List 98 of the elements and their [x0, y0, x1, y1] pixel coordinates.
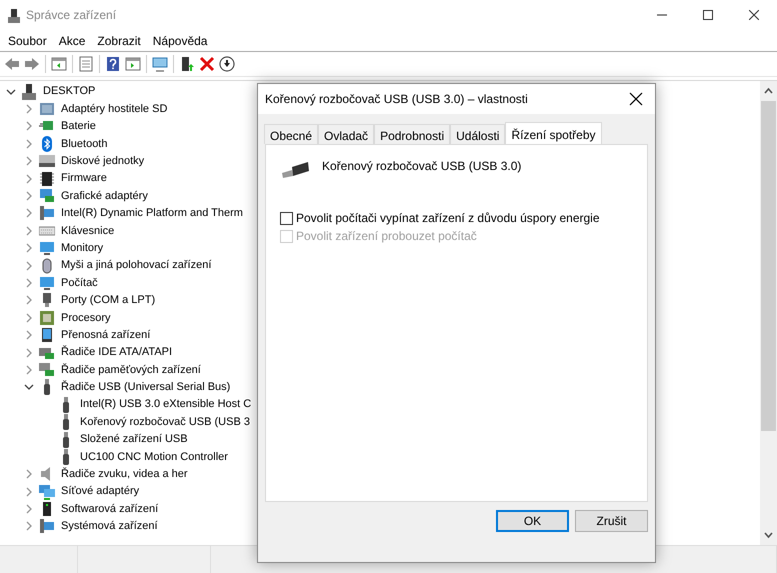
network-icon [39, 484, 55, 500]
tree-item[interactable]: Řadiče IDE ATA/ATAPI [55, 344, 172, 361]
tablet-icon [39, 327, 55, 344]
device-name: Kořenový rozbočovač USB (USB 3.0) [322, 158, 522, 175]
expand-icon[interactable] [24, 243, 34, 254]
expand-icon[interactable] [24, 138, 34, 149]
monitor-icon [39, 240, 55, 256]
tree-item[interactable]: Složené zařízení USB [74, 431, 188, 448]
maximize-icon[interactable] [703, 10, 713, 20]
scroll-thumb[interactable] [761, 101, 776, 431]
expand-icon[interactable] [24, 521, 34, 532]
expand-icon[interactable] [24, 295, 34, 306]
storage-controller-icon [39, 362, 55, 378]
tree-item[interactable]: Procesory [55, 310, 111, 326]
download-icon[interactable] [219, 56, 235, 72]
expand-icon[interactable] [24, 104, 34, 114]
tree-item[interactable]: Myši a jiná polohovací zařízení [55, 257, 212, 274]
checkbox-label: Povolit zařízení probouzet počítač [296, 228, 477, 245]
document-icon[interactable] [78, 56, 94, 72]
tree-item[interactable]: Diskové jednotky [55, 153, 144, 170]
tree-item[interactable]: Řadiče USB (Universal Serial Bus) [55, 379, 230, 396]
tree-item[interactable]: Počítač [55, 274, 98, 292]
help-icon[interactable] [105, 56, 121, 72]
tree-item[interactable]: Síťové adaptéry [55, 483, 140, 500]
window-icon[interactable] [125, 56, 141, 72]
sd-adapter-icon [39, 101, 55, 118]
collapse-icon[interactable] [24, 382, 34, 392]
forward-icon[interactable] [24, 56, 40, 72]
computer-icon [39, 205, 55, 222]
scroll-up-icon[interactable] [764, 87, 773, 95]
tree-item[interactable]: Přenosná zařízení [55, 326, 150, 344]
expand-icon[interactable] [24, 364, 34, 375]
tree-item[interactable]: Intel(R) USB 3.0 eXtensible Host C [74, 396, 252, 413]
tree-item[interactable]: Intel(R) Dynamic Platform and Therm [55, 205, 243, 222]
delete-icon[interactable] [199, 56, 215, 72]
processor-icon [39, 310, 55, 326]
tab[interactable]: Obecné [264, 124, 318, 144]
monitor-icon [39, 274, 55, 291]
tree-item[interactable]: DESKTOP [37, 83, 96, 100]
tree-item[interactable]: Adaptéry hostitele SD [55, 100, 168, 118]
tab[interactable]: Ovladač [318, 124, 374, 144]
menu-item[interactable]: Akce [52, 32, 92, 50]
dialog-title: Kořenový rozbočovač USB (USB 3.0) – vlastnosti [265, 91, 528, 108]
expand-icon[interactable] [24, 312, 34, 323]
bluetooth-icon [39, 136, 55, 152]
tab[interactable]: Události [450, 124, 506, 144]
tree-item[interactable]: UC100 CNC Motion Controller [74, 448, 228, 466]
expand-icon[interactable] [24, 156, 34, 166]
tree-item[interactable]: Baterie [55, 118, 96, 135]
collapse-icon[interactable] [6, 86, 16, 97]
tree-item[interactable]: Řadiče zvuku, videa a her [55, 466, 188, 483]
tree-item[interactable]: Řadiče paměťových zařízení [55, 362, 201, 378]
close-icon[interactable] [629, 92, 643, 106]
checkbox[interactable] [280, 212, 293, 224]
tab[interactable]: Řízení spotřeby [505, 122, 602, 144]
tree-item[interactable]: Kořenový rozbočovač USB (USB 3 [74, 414, 250, 430]
expand-icon[interactable] [24, 260, 34, 271]
tab[interactable]: Podrobnosti [374, 124, 450, 144]
close-icon[interactable] [749, 10, 759, 20]
computer-icon [39, 518, 55, 534]
usb-plug-icon [280, 159, 310, 179]
expand-icon[interactable] [24, 174, 34, 184]
monitor-search-icon[interactable] [152, 56, 168, 72]
expand-icon[interactable] [24, 330, 34, 340]
scroll-down-icon[interactable] [764, 531, 773, 539]
device-add-icon[interactable] [179, 56, 195, 72]
tree-item[interactable]: Bluetooth [55, 136, 108, 152]
display-adapter-icon [39, 188, 55, 204]
window-icon[interactable] [51, 56, 67, 72]
menu-item[interactable]: Soubor [2, 32, 53, 50]
menu-item[interactable]: Nápověda [146, 32, 214, 50]
expand-icon[interactable] [24, 469, 34, 480]
tree-item[interactable]: Klávesnice [55, 222, 114, 240]
expand-icon[interactable] [24, 226, 34, 236]
computer-icon [21, 84, 37, 100]
back-icon[interactable] [4, 56, 20, 72]
tree-item[interactable]: Porty (COM a LPT) [55, 292, 156, 309]
expand-icon[interactable] [24, 208, 34, 218]
expand-icon[interactable] [24, 348, 34, 358]
expand-icon[interactable] [24, 191, 34, 202]
expand-icon[interactable] [24, 121, 34, 132]
tree-item[interactable]: Softwarová zařízení [55, 500, 158, 518]
expand-icon[interactable] [24, 278, 34, 288]
tree-item[interactable]: Monitory [55, 240, 104, 256]
expand-icon[interactable] [24, 504, 34, 514]
disk-drive-icon [39, 153, 55, 170]
tree-item[interactable]: Systémová zařízení [55, 518, 158, 535]
chip-icon [39, 170, 55, 187]
cancel-button[interactable]: Zrušit [575, 510, 648, 532]
menu-item[interactable]: Zobrazit [91, 32, 147, 50]
checkbox-label: Povolit počítači vypínat zařízení z důvodu úspory energie [296, 210, 600, 227]
scroll-bar[interactable] [760, 81, 777, 545]
tree-item[interactable]: Firmware [55, 170, 107, 187]
tree-item[interactable]: Grafické adaptéry [55, 188, 148, 204]
app-icon [8, 8, 20, 23]
expand-icon[interactable] [24, 486, 34, 497]
window-title: Správce zařízení [26, 7, 116, 24]
ok-button[interactable]: OK [496, 510, 569, 532]
